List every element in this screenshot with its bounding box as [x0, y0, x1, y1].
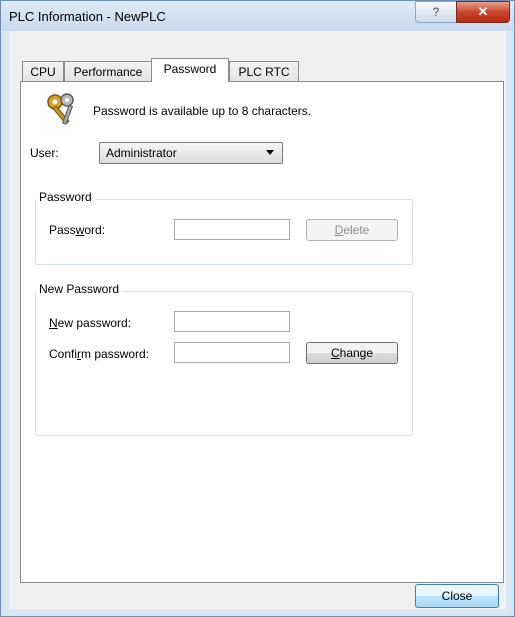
change-button[interactable]: Change [306, 342, 398, 364]
delete-button[interactable]: Delete [306, 219, 398, 241]
plc-information-window: PLC Information - NewPLC ? ✕ CPU Perform… [0, 0, 515, 617]
new-password-label: New password: [49, 316, 132, 330]
password-label: Password: [49, 223, 106, 237]
password-tab-panel: Password is available up to 8 characters… [20, 81, 504, 583]
new-password-group-legend: New Password [36, 282, 123, 296]
tab-cpu[interactable]: CPU [22, 61, 64, 82]
tab-label: PLC RTC [238, 65, 290, 79]
title-bar[interactable]: PLC Information - NewPLC ? ✕ [1, 1, 514, 31]
tab-plc-rtc[interactable]: PLC RTC [229, 61, 299, 82]
tab-label: Password [163, 62, 217, 76]
user-select-value: Administrator [106, 146, 177, 160]
window-title: PLC Information - NewPLC [9, 9, 166, 24]
close-icon: ✕ [477, 4, 489, 19]
confirm-password-input[interactable] [174, 342, 290, 363]
tab-password[interactable]: Password [151, 58, 229, 82]
tab-label: Performance [73, 65, 143, 79]
dialog-client-area: CPU Performance Password PLC RTC Passwor… [9, 31, 506, 609]
chevron-down-icon [266, 150, 274, 155]
close-button[interactable]: Close [415, 584, 499, 608]
help-button[interactable]: ? [415, 1, 457, 23]
new-password-input[interactable] [174, 311, 290, 332]
tab-label: CPU [30, 65, 56, 79]
window-close-button[interactable]: ✕ [456, 1, 510, 23]
tab-performance[interactable]: Performance [64, 61, 152, 82]
password-info-text: Password is available up to 8 characters… [93, 104, 312, 118]
password-group-legend: Password [36, 190, 95, 204]
password-input[interactable] [174, 219, 290, 240]
user-select[interactable]: Administrator [99, 142, 283, 164]
help-icon: ? [432, 5, 440, 19]
confirm-password-label: Confirm password: [49, 347, 150, 361]
keys-icon [47, 93, 74, 125]
user-label: User: [30, 146, 59, 160]
